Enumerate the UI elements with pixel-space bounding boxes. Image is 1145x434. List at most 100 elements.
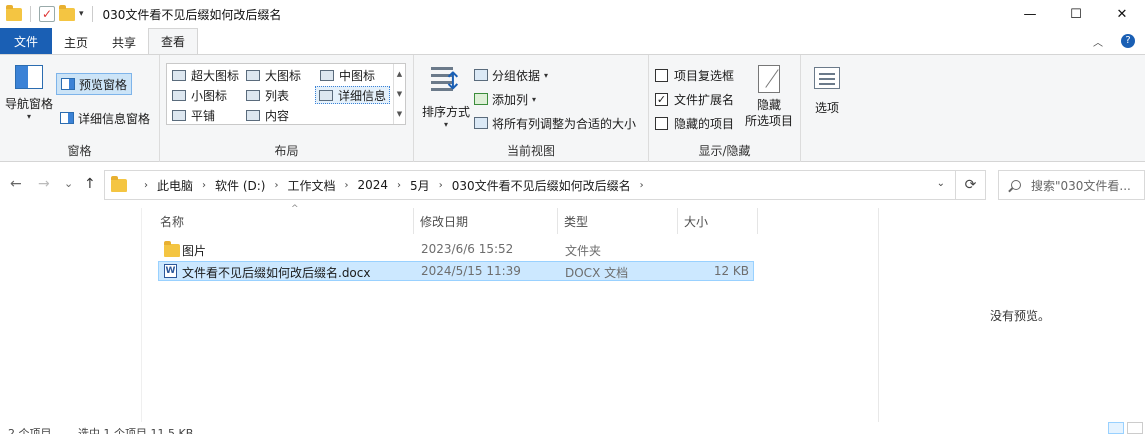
column-header-name[interactable]: 名称 ^	[154, 204, 414, 234]
file-row[interactable]: 图片 2023/6/6 15:52 文件夹	[158, 240, 754, 260]
sort-ascending-icon: ^	[291, 204, 299, 214]
column-header-type[interactable]: 类型	[558, 208, 678, 234]
file-name-extensions-toggle[interactable]: ✓ 文件扩展名	[655, 89, 734, 109]
selection-info: 选中 1 个项目 11.5 KB	[78, 427, 194, 434]
breadcrumb-separator[interactable]: ›	[274, 180, 278, 191]
hide-selected-items-button[interactable]: 隐藏 所选项目	[741, 65, 797, 129]
layout-label: 中图标	[339, 68, 376, 83]
file-name-extensions-checkbox[interactable]: ✓	[655, 92, 668, 106]
preview-pane: 没有预览。	[878, 208, 1145, 422]
layout-label: 小图标	[191, 88, 228, 103]
file-row[interactable]: W 文件看不见后缀如何改后缀名.docx 2024/5/15 11:39 DOC…	[158, 261, 754, 281]
layout-content[interactable]: 内容	[243, 106, 292, 124]
size-all-columns-button[interactable]: 将所有列调整为合适的大小	[474, 113, 636, 133]
search-icon	[1011, 180, 1021, 190]
chevron-down-icon[interactable]: ▼	[397, 90, 402, 98]
medium-icons-icon	[320, 69, 334, 81]
tab-share[interactable]: 共享	[100, 30, 148, 54]
refresh-button[interactable]: ⟳	[956, 170, 986, 200]
breadcrumb-separator[interactable]: ›	[144, 180, 148, 191]
details-pane-label: 详细信息窗格	[78, 111, 151, 126]
layout-list[interactable]: 列表	[243, 86, 292, 104]
layout-tiles[interactable]: 平铺	[169, 106, 218, 124]
breadcrumb-item[interactable]: 2024	[358, 178, 389, 192]
properties-icon[interactable]: ✓	[39, 6, 55, 22]
breadcrumb-item[interactable]: 软件 (D:)	[215, 177, 265, 194]
layout-extra-large-icons[interactable]: 超大图标	[169, 66, 242, 84]
group-label: 布局	[274, 144, 299, 158]
search-box[interactable]: 搜索"030文件看...	[998, 170, 1145, 200]
collapse-ribbon-icon[interactable]: ︿	[1093, 34, 1103, 49]
breadcrumb: › 此电脑 › 软件 (D:) › 工作文档 › 2024 › 5月 › 030…	[135, 177, 653, 194]
close-button[interactable]: ✕	[1099, 0, 1145, 28]
group-by-icon	[474, 69, 488, 81]
hidden-items-checkbox[interactable]	[655, 116, 668, 130]
add-columns-button[interactable]: 添加列 ▾	[474, 89, 536, 109]
no-preview-text: 没有预览。	[990, 309, 1051, 323]
breadcrumb-item[interactable]: 030文件看不见后缀如何改后缀名	[452, 177, 631, 194]
options-button[interactable]: 选项	[807, 67, 847, 116]
back-button[interactable]: ←	[10, 176, 22, 192]
maximize-button[interactable]: ☐	[1053, 0, 1099, 28]
group-by-button[interactable]: 分组依据 ▾	[474, 65, 548, 85]
chevron-up-icon[interactable]: ▲	[397, 70, 402, 78]
breadcrumb-separator[interactable]: ›	[202, 180, 206, 191]
large-icons-view-toggle[interactable]	[1127, 422, 1143, 434]
breadcrumb-separator[interactable]: ›	[439, 180, 443, 191]
options-group: 选项	[801, 55, 851, 162]
navigation-bar: ← → ⌄ ↑ › 此电脑 › 软件 (D:) › 工作文档 › 2024 › …	[0, 162, 1145, 208]
layout-large-icons[interactable]: 大图标	[243, 66, 304, 84]
breadcrumb-item[interactable]: 工作文档	[287, 177, 335, 194]
minimize-button[interactable]: —	[1007, 0, 1053, 28]
new-folder-icon[interactable]	[59, 4, 75, 21]
tab-view[interactable]: 查看	[148, 28, 199, 54]
address-bar[interactable]: › 此电脑 › 软件 (D:) › 工作文档 › 2024 › 5月 › 030…	[104, 170, 956, 200]
search-input[interactable]: 搜索"030文件看...	[1031, 177, 1131, 194]
size-columns-icon	[474, 117, 488, 129]
details-pane-button[interactable]: 详细信息窗格	[60, 107, 150, 129]
options-icon	[814, 67, 840, 89]
hidden-items-toggle[interactable]: 隐藏的项目	[655, 113, 734, 133]
breadcrumb-separator[interactable]: ›	[345, 180, 349, 191]
expand-gallery-icon[interactable]: ▼	[397, 110, 402, 118]
address-history-dropdown[interactable]: ⌄	[937, 178, 945, 189]
divider	[91, 6, 93, 22]
word-icon: W	[164, 264, 177, 278]
layout-gallery-scrollbar[interactable]: ▲ ▼ ▼	[393, 64, 405, 124]
navigation-pane[interactable]	[0, 208, 142, 422]
layout-details[interactable]: 详细信息	[315, 86, 391, 104]
column-header-size[interactable]: 大小	[678, 208, 758, 234]
column-header-label: 名称	[160, 214, 185, 229]
preview-pane-button[interactable]: 预览窗格	[56, 73, 133, 95]
tab-home[interactable]: 主页	[52, 30, 100, 54]
group-label: 窗格	[67, 144, 92, 158]
layout-label: 列表	[265, 88, 290, 103]
layout-small-icons[interactable]: 小图标	[169, 86, 230, 104]
preview-pane-label: 预览窗格	[79, 77, 128, 92]
recent-locations-button[interactable]: ⌄	[64, 177, 73, 190]
breadcrumb-separator[interactable]: ›	[397, 180, 401, 191]
add-columns-icon	[474, 93, 488, 105]
up-button[interactable]: ↑	[84, 176, 96, 192]
item-check-boxes-toggle[interactable]: 项目复选框	[655, 65, 734, 85]
extra-large-icons-icon	[172, 69, 186, 81]
help-icon[interactable]: ?	[1121, 34, 1135, 48]
navigation-pane-button[interactable]: 导航窗格 ▾	[4, 65, 54, 121]
ribbon: 导航窗格 ▾ 预览窗格 详细信息窗格 窗格 超大图标 大图标 中图标 小图标 列…	[0, 54, 1145, 162]
breadcrumb-item[interactable]: 此电脑	[157, 177, 193, 194]
list-icon	[246, 89, 260, 101]
breadcrumb-item[interactable]: 5月	[410, 177, 430, 194]
ribbon-tabs: 文件 主页 共享 查看 ︿ ?	[0, 28, 1145, 54]
details-view-toggle[interactable]	[1108, 422, 1124, 434]
forward-button[interactable]: →	[38, 176, 50, 192]
layout-label: 大图标	[265, 68, 302, 83]
layout-label: 超大图标	[191, 68, 240, 83]
tab-file[interactable]: 文件	[0, 28, 53, 54]
layout-medium-icons[interactable]: 中图标	[317, 66, 378, 84]
sort-by-button[interactable]: ↕ 排序方式 ▾	[420, 63, 472, 129]
customize-quick-access-dropdown[interactable]: ▾	[79, 9, 84, 19]
column-header-modified[interactable]: 修改日期	[414, 208, 558, 234]
breadcrumb-separator[interactable]: ›	[640, 180, 644, 191]
item-check-boxes-checkbox[interactable]	[655, 68, 668, 82]
status-bar: 2 个项目 选中 1 个项目 11.5 KB	[0, 422, 1145, 434]
